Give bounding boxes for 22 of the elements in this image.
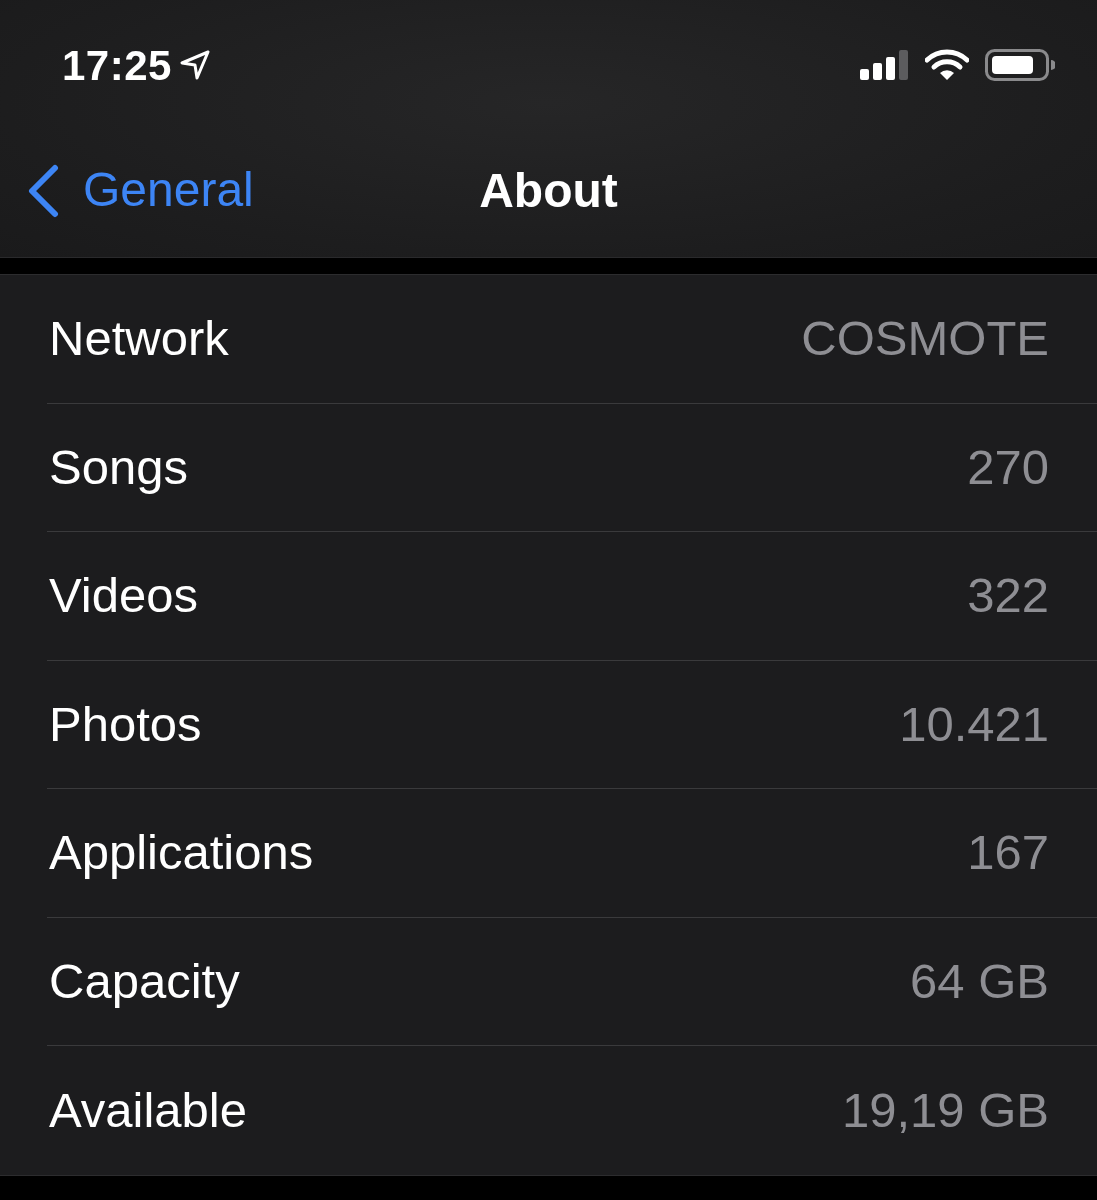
row-value: 167 <box>967 824 1049 881</box>
row-label: Network <box>49 310 229 367</box>
row-value: 10.421 <box>899 695 1049 753</box>
status-time: 17:25 <box>62 40 172 91</box>
row-value: 270 <box>967 438 1049 496</box>
battery-icon <box>985 49 1055 81</box>
row-label: Songs <box>49 438 188 496</box>
location-arrow-icon <box>179 50 210 80</box>
row-label: Capacity <box>49 952 240 1010</box>
row-label: Applications <box>49 824 314 881</box>
signal-icon <box>860 50 909 80</box>
row-value: 322 <box>967 567 1049 624</box>
row-label: Videos <box>49 567 198 624</box>
back-chevron-icon <box>27 163 59 218</box>
row-value: COSMOTE <box>801 310 1049 367</box>
wifi-icon <box>925 49 969 81</box>
row-value: 19,19 GB <box>841 1081 1049 1139</box>
row-value: 64 GB <box>910 952 1049 1010</box>
row-label: Photos <box>49 695 202 753</box>
page-title: About <box>479 162 618 219</box>
row-label: Available <box>49 1081 247 1139</box>
back-button[interactable]: General <box>0 163 254 218</box>
